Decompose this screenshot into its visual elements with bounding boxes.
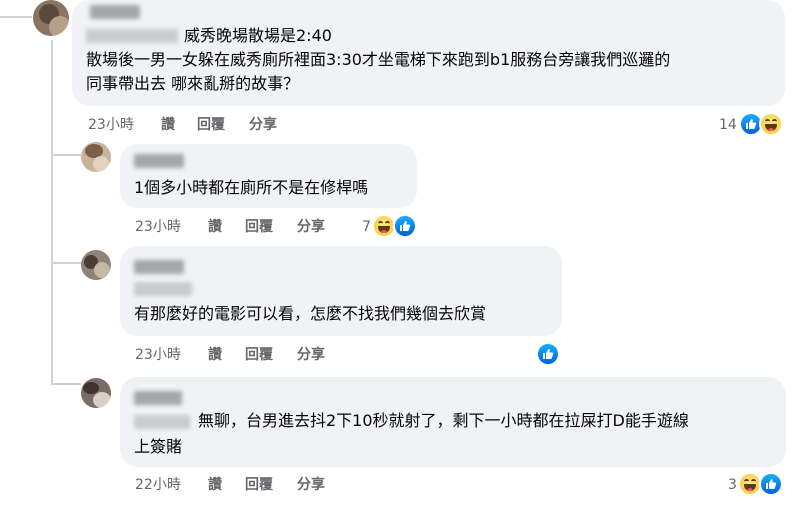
comment-text-line: 散場後一男一女躲在威秀廁所裡面3:30才坐電梯下來跑到b1服務台旁讓我們巡邏的	[86, 50, 671, 69]
comment-text-line: 有那麼好的電影可以看，怎麼不找我們幾個去欣賞	[134, 304, 487, 323]
share-button[interactable]: 分享	[297, 476, 325, 494]
avatar[interactable]	[81, 378, 111, 408]
comment-actions: 23小時 讚 回覆 分享	[88, 116, 388, 134]
redacted-username	[134, 154, 184, 168]
haha-icon	[759, 112, 783, 136]
thread-line	[51, 262, 81, 264]
comment-actions: 23小時 讚 回覆 分享	[135, 218, 355, 236]
reaction-count[interactable]: 3	[728, 476, 737, 494]
like-icon	[393, 214, 417, 238]
avatar[interactable]	[33, 0, 69, 36]
reply-button[interactable]: 回覆	[245, 218, 273, 236]
like-button[interactable]: 讚	[208, 218, 222, 236]
redacted-username	[134, 391, 182, 405]
like-icon	[759, 472, 783, 496]
avatar[interactable]	[81, 250, 111, 280]
avatar[interactable]	[81, 142, 111, 172]
timestamp[interactable]: 23小時	[135, 218, 181, 236]
reaction-count[interactable]: 7	[362, 218, 371, 236]
comment-text-line: 同事帶出去 哪來亂掰的故事？	[86, 74, 300, 93]
reply-button[interactable]: 回覆	[197, 116, 225, 134]
thread-line	[51, 40, 53, 384]
like-button[interactable]: 讚	[161, 116, 175, 134]
comment-text-line: 上簽賭	[134, 437, 183, 456]
like-button[interactable]: 讚	[208, 476, 222, 494]
reaction-count[interactable]: 14	[719, 116, 737, 134]
comment-bubble: 1個多小時都在廁所不是在修桿嗎	[120, 144, 417, 208]
timestamp[interactable]: 23小時	[135, 346, 181, 364]
share-button[interactable]: 分享	[249, 116, 277, 134]
reply-button[interactable]: 回覆	[245, 476, 273, 494]
redacted-username	[90, 5, 140, 19]
comment-text-line: 無聊，台男進去抖2下10秒就射了，剩下一小時都在拉屎打D能手遊線	[198, 411, 689, 430]
redacted-mention	[134, 415, 190, 429]
comment-bubble: 威秀晚場散場是2:40 散場後一男一女躲在威秀廁所裡面3:30才坐電梯下來跑到b…	[72, 0, 785, 106]
share-button[interactable]: 分享	[297, 346, 325, 364]
thread-line	[0, 16, 32, 18]
share-button[interactable]: 分享	[297, 218, 325, 236]
thread-line	[51, 383, 81, 385]
like-icon[interactable]	[536, 342, 560, 366]
comment-bubble: 無聊，台男進去抖2下10秒就射了，剩下一小時都在拉屎打D能手遊線 上簽賭	[120, 377, 786, 467]
timestamp[interactable]: 22小時	[135, 476, 181, 494]
reply-button[interactable]: 回覆	[245, 346, 273, 364]
like-button[interactable]: 讚	[208, 346, 222, 364]
redacted-mention	[86, 29, 178, 43]
redacted-username	[134, 282, 192, 296]
comment-text-line: 威秀晚場散場是2:40	[184, 26, 332, 45]
comment-text-line: 1個多小時都在廁所不是在修桿嗎	[134, 178, 369, 197]
comment-bubble: 有那麼好的電影可以看，怎麼不找我們幾個去欣賞	[120, 246, 562, 336]
comment-actions: 23小時 讚 回覆 分享	[135, 346, 355, 364]
timestamp[interactable]: 23小時	[88, 116, 134, 134]
redacted-username	[134, 260, 184, 274]
thread-line	[51, 154, 81, 156]
comment-actions: 22小時 讚 回覆 分享	[135, 476, 355, 494]
